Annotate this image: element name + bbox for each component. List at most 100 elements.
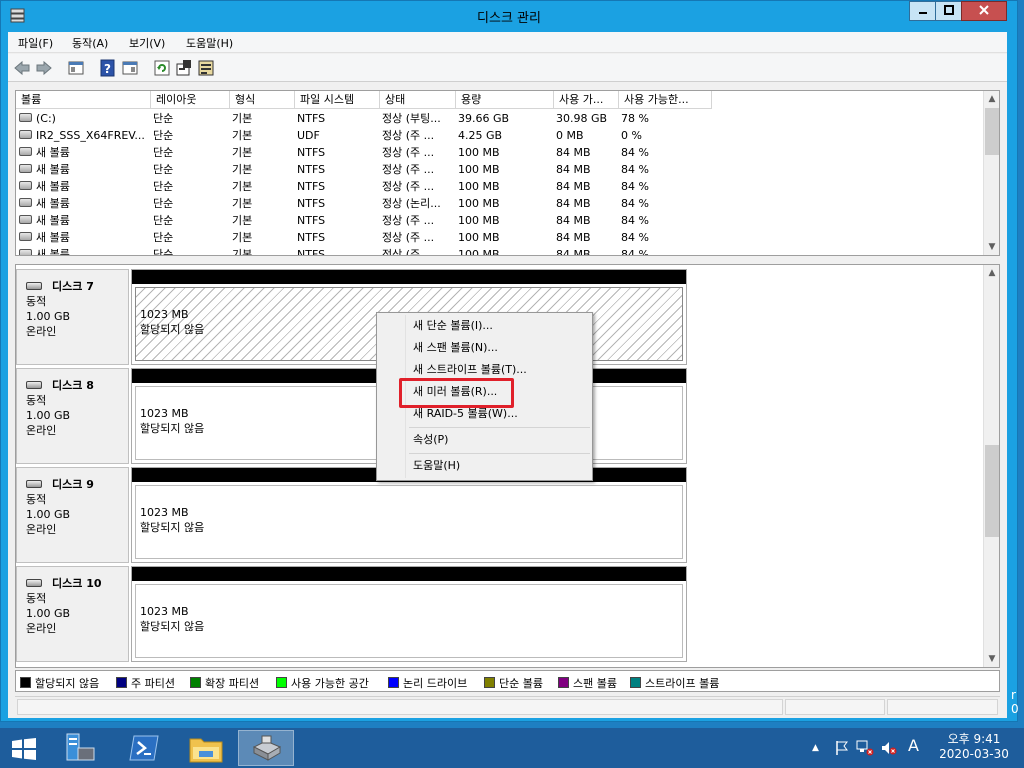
menu-file[interactable]: 파일(F): [18, 35, 53, 51]
scrollbar-thumb[interactable]: [985, 108, 999, 155]
taskbar-server-manager[interactable]: [52, 730, 108, 766]
start-windows-icon[interactable]: [12, 738, 36, 760]
column-header-capacity[interactable]: 용량: [456, 91, 554, 109]
close-button[interactable]: [961, 1, 1007, 21]
table-cell: 단순: [153, 112, 174, 125]
maximize-button[interactable]: [935, 1, 962, 21]
dvd-drive-icon: [19, 130, 32, 139]
clock[interactable]: 오후 9:41 2020-03-30: [930, 732, 1018, 762]
disk-title: 디스크 9: [26, 477, 128, 492]
table-cell: 기본: [232, 248, 253, 256]
legend-swatch: [276, 677, 287, 688]
legend-item: 주 파티션: [116, 675, 175, 691]
legend-swatch: [388, 677, 399, 688]
desktop-edge-text: r0: [1011, 688, 1019, 716]
table-row[interactable]: 새 볼륨 단순 기본 NTFS 정상 (주 ... 100 MB 84 MB 84 %: [16, 178, 984, 195]
disk-settings-icon[interactable]: [197, 59, 215, 77]
taskbar-file-explorer[interactable]: [178, 730, 234, 766]
disk-info[interactable]: 디스크 9 동적 1.00 GB 온라인: [16, 467, 129, 563]
table-cell: 정상 (주 ...: [382, 248, 435, 256]
disk-type: 동적: [26, 493, 47, 506]
table-row[interactable]: 새 볼륨 단순 기본 NTFS 정상 (주 ... 100 MB 84 MB 84 %: [16, 246, 984, 256]
menu-item-new-striped-volume[interactable]: 새 스트라이프 볼륨(T)...: [413, 360, 527, 380]
scroll-down-icon[interactable]: ▼: [984, 239, 999, 255]
disk-info[interactable]: 디스크 10 동적 1.00 GB 온라인: [16, 566, 129, 662]
disk-size: 1.00 GB: [26, 310, 71, 323]
status-bar: [15, 696, 1000, 716]
refresh-icon[interactable]: [153, 59, 171, 77]
table-cell: 84 %: [621, 214, 649, 227]
legend-bar: 할당되지 않음 주 파티션 확장 파티션 사용 가능한 공간 논리 드라이브 단순 볼륨 스…: [15, 670, 1000, 692]
table-cell: 84 %: [621, 231, 649, 244]
column-header-percent-free[interactable]: 사용 가능한...: [619, 91, 712, 109]
disk-info[interactable]: 디스크 8 동적 1.00 GB 온라인: [16, 368, 129, 464]
column-header-status[interactable]: 상태: [380, 91, 456, 109]
table-cell: 4.25 GB: [458, 129, 503, 142]
show-hidden-icons-chevron-icon[interactable]: ▲: [812, 740, 819, 756]
menu-help[interactable]: 도움말(H): [186, 35, 233, 51]
menu-item-new-simple-volume[interactable]: 새 단순 볼륨(I)...: [413, 316, 493, 336]
table-row[interactable]: 새 볼륨 단순 기본 NTFS 정상 (논리... 100 MB 84 MB 84 %: [16, 195, 984, 212]
legend-swatch: [558, 677, 569, 688]
properties-icon[interactable]: [175, 59, 193, 77]
disk-partition[interactable]: 1023 MB 할당되지 않음: [131, 467, 687, 563]
legend-label: 스트라이프 볼륨: [645, 677, 720, 690]
unallocated-region[interactable]: 1023 MB 할당되지 않음: [135, 584, 683, 658]
forward-arrow-icon[interactable]: [35, 59, 53, 77]
back-arrow-icon[interactable]: [13, 59, 31, 77]
taskbar-powershell[interactable]: [116, 730, 172, 766]
table-cell: 기본: [232, 163, 253, 176]
disk-view-scrollbar[interactable]: ▲ ▼: [983, 265, 999, 667]
table-row[interactable]: 새 볼륨 단순 기본 NTFS 정상 (주 ... 100 MB 84 MB 84 %: [16, 161, 984, 178]
table-row[interactable]: 새 볼륨 단순 기본 NTFS 정상 (주 ... 100 MB 84 MB 84 %: [16, 212, 984, 229]
legend-item: 사용 가능한 공간: [276, 675, 369, 691]
unallocated-region[interactable]: 1023 MB 할당되지 않음: [135, 485, 683, 559]
table-cell: 84 MB: [556, 214, 591, 227]
speaker-muted-icon[interactable]: [880, 740, 898, 756]
menu-item-properties[interactable]: 속성(P): [413, 430, 448, 450]
table-cell: 84 MB: [556, 180, 591, 193]
show-hide-console-tree-icon[interactable]: [67, 59, 85, 77]
column-header-volume[interactable]: 볼륨: [16, 91, 151, 109]
ime-indicator[interactable]: A: [908, 738, 919, 754]
action-center-flag-icon[interactable]: [834, 740, 850, 756]
partition-status: 할당되지 않음: [140, 521, 205, 534]
taskbar-disk-management[interactable]: [238, 730, 294, 766]
column-header-type[interactable]: 형식: [230, 91, 295, 109]
volume-list: 볼륨 레이아웃 형식 파일 시스템 상태 용량 사용 가... 사용 가능한..…: [15, 90, 1000, 256]
table-cell: 39.66 GB: [458, 112, 510, 125]
column-header-layout[interactable]: 레이아웃: [151, 91, 230, 109]
table-cell: 기본: [232, 214, 253, 227]
title-bar[interactable]: 디스크 관리: [1, 1, 1017, 31]
scroll-up-icon[interactable]: ▲: [984, 265, 999, 281]
menu-item-help[interactable]: 도움말(H): [413, 456, 460, 476]
table-row[interactable]: (C:) 단순 기본 NTFS 정상 (부팅... 39.66 GB 30.98 GB 78 …: [16, 110, 984, 127]
menu-view[interactable]: 보기(V): [129, 35, 165, 51]
network-icon[interactable]: [856, 740, 874, 756]
help-icon[interactable]: ?: [99, 59, 117, 77]
table-cell: 새 볼륨: [36, 214, 70, 227]
table-cell: 기본: [232, 180, 253, 193]
disk-size: 1.00 GB: [26, 508, 71, 521]
scroll-up-icon[interactable]: ▲: [984, 91, 999, 107]
column-header-free-space[interactable]: 사용 가...: [554, 91, 619, 109]
table-cell: NTFS: [297, 231, 326, 244]
show-hide-action-pane-icon[interactable]: [121, 59, 139, 77]
disk-info[interactable]: 디스크 7 동적 1.00 GB 온라인: [16, 269, 129, 365]
column-header-file-system[interactable]: 파일 시스템: [295, 91, 380, 109]
volume-list-scrollbar[interactable]: ▲ ▼: [983, 91, 999, 255]
legend-label: 단순 볼륨: [499, 677, 543, 690]
table-cell: 단순: [153, 180, 174, 193]
minimize-button[interactable]: [909, 1, 936, 21]
partition-size: 1023 MB: [140, 506, 189, 519]
table-row[interactable]: 새 볼륨 단순 기본 NTFS 정상 (주 ... 100 MB 84 MB 84 %: [16, 229, 984, 246]
scrollbar-thumb[interactable]: [985, 445, 999, 537]
scroll-down-icon[interactable]: ▼: [984, 651, 999, 667]
table-row[interactable]: IR2_SSS_X64FREV... 단순 기본 UDF 정상 (주 ... 4.25 G…: [16, 127, 984, 144]
disk-status: 온라인: [26, 325, 57, 338]
disk-partition[interactable]: 1023 MB 할당되지 않음: [131, 566, 687, 662]
menu-item-new-spanned-volume[interactable]: 새 스팬 볼륨(N)...: [413, 338, 498, 358]
table-row[interactable]: 새 볼륨 단순 기본 NTFS 정상 (주 ... 100 MB 84 MB 84 %: [16, 144, 984, 161]
table-cell: 100 MB: [458, 146, 500, 159]
menu-action[interactable]: 동작(A): [72, 35, 108, 51]
